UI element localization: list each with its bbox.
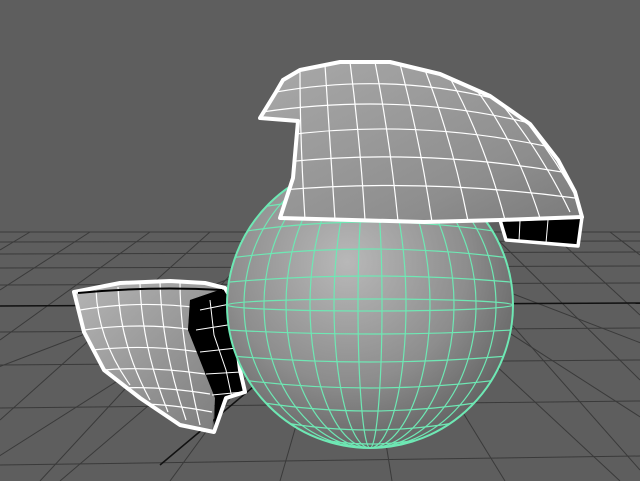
viewport-canvas[interactable]	[0, 0, 640, 481]
maya-perspective-viewport[interactable]	[0, 0, 640, 481]
top-shell[interactable]	[258, 60, 584, 248]
side-shell[interactable]	[72, 279, 247, 434]
